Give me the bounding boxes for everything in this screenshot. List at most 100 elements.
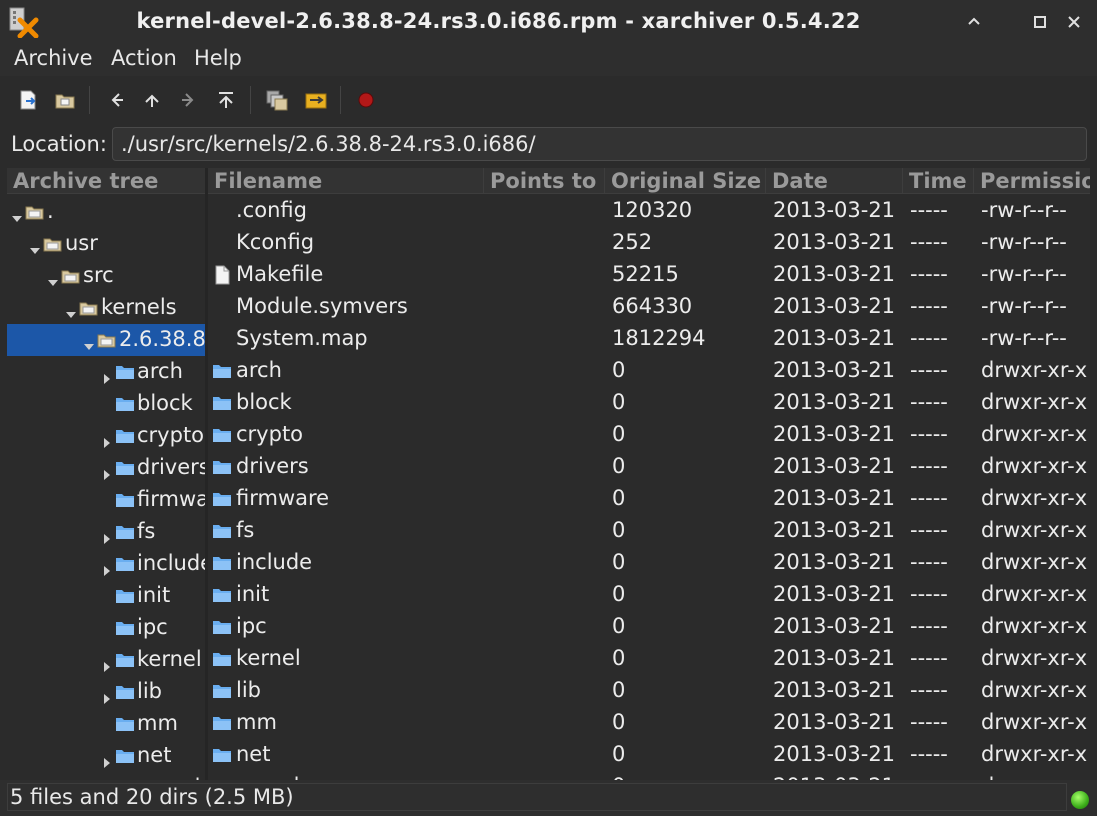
- tree-item-ipc[interactable]: ipc: [7, 612, 205, 644]
- back-icon[interactable]: [102, 86, 130, 114]
- home-icon[interactable]: [212, 86, 240, 114]
- tree-item-2-6-38-8-24-rs3-0-i686[interactable]: 2.6.38.8-24.rs3.0.i686: [7, 324, 205, 356]
- file-row[interactable]: Makefile 52215 2013-03-21 ----- -rw-r--r--: [208, 259, 1090, 291]
- folder-icon: [115, 426, 135, 446]
- maximize-button[interactable]: [1028, 10, 1052, 34]
- expander-collapsed-icon[interactable]: [101, 430, 113, 448]
- file-row[interactable]: mm 0 2013-03-21 ----- drwxr-xr-x: [208, 707, 1090, 739]
- file-row[interactable]: arch 0 2013-03-21 ----- drwxr-xr-x: [208, 355, 1090, 387]
- menu-action[interactable]: Action: [111, 46, 177, 70]
- menu-help[interactable]: Help: [194, 46, 242, 70]
- date-cell: 2013-03-21: [773, 294, 896, 318]
- tree-item-init[interactable]: init: [7, 580, 205, 612]
- folder-icon: [212, 489, 232, 509]
- file-row[interactable]: init 0 2013-03-21 ----- drwxr-xr-x: [208, 579, 1090, 611]
- file-row[interactable]: lib 0 2013-03-21 ----- drwxr-xr-x: [208, 675, 1090, 707]
- permissions-cell: drwxr-xr-x: [981, 454, 1088, 478]
- expander-collapsed-icon[interactable]: [101, 686, 113, 704]
- convert-icon[interactable]: [302, 86, 330, 114]
- tree-item-crypto[interactable]: crypto: [7, 420, 205, 452]
- tree-item-net[interactable]: net: [7, 740, 205, 772]
- column-header-filename[interactable]: Filename: [208, 168, 484, 194]
- archive-tree-header[interactable]: Archive tree: [7, 168, 205, 194]
- file-row[interactable]: include 0 2013-03-21 ----- drwxr-xr-x: [208, 547, 1090, 579]
- new-archive-icon[interactable]: [14, 86, 42, 114]
- column-header-time[interactable]: Time: [903, 168, 974, 194]
- tree-item-samples[interactable]: samples: [7, 772, 205, 780]
- up-icon[interactable]: [138, 86, 166, 114]
- file-row[interactable]: Kconfig 252 2013-03-21 ----- -rw-r--r--: [208, 227, 1090, 259]
- column-header-points-to[interactable]: Points to: [484, 168, 605, 194]
- file-row[interactable]: samples02013-03-21-----drwxr-xr-x: [208, 771, 1090, 780]
- tree-item-label: include: [137, 551, 205, 575]
- tree-item-drivers[interactable]: drivers: [7, 452, 205, 484]
- expander-collapsed-icon[interactable]: [101, 558, 113, 576]
- folder-open-icon: [97, 330, 117, 350]
- archive-tree[interactable]: Archive tree . usr src kernels 2.6.38.8-24.r…: [7, 168, 205, 780]
- folder-icon: [212, 553, 232, 573]
- size-cell: 52215: [612, 262, 679, 286]
- file-row[interactable]: ipc 0 2013-03-21 ----- drwxr-xr-x: [208, 611, 1090, 643]
- menu-archive[interactable]: Archive: [14, 46, 93, 70]
- expander-expanded-icon[interactable]: [65, 302, 77, 318]
- folder-icon: [115, 586, 135, 606]
- time-cell: -----: [910, 358, 948, 382]
- date-cell: 2013-03-21: [773, 518, 896, 542]
- tree-item-label: ipc: [137, 615, 168, 639]
- stop-icon[interactable]: [352, 86, 380, 114]
- expander-expanded-icon[interactable]: [47, 270, 59, 286]
- filename-cell: crypto: [236, 422, 304, 446]
- file-row[interactable]: Module.symvers 664330 2013-03-21 ----- -rw-r…: [208, 291, 1090, 323]
- status-text: 5 files and 20 dirs (2.5 MB): [7, 783, 1067, 811]
- file-row[interactable]: System.map 1812294 2013-03-21 ----- -rw-r--r…: [208, 323, 1090, 355]
- tree-item-mm[interactable]: mm: [7, 708, 205, 740]
- file-list[interactable]: Filename Points to Original Size Date Time Pe…: [208, 168, 1090, 780]
- expander-expanded-icon[interactable]: [29, 238, 41, 254]
- size-cell: 252: [612, 230, 653, 254]
- file-row[interactable]: block 0 2013-03-21 ----- drwxr-xr-x: [208, 387, 1090, 419]
- open-archive-icon[interactable]: [51, 86, 79, 114]
- file-row[interactable]: firmware 0 2013-03-21 ----- drwxr-xr-x: [208, 483, 1090, 515]
- toolbar: [0, 76, 1097, 124]
- time-cell: -----: [910, 454, 948, 478]
- tree-item-arch[interactable]: arch: [7, 356, 205, 388]
- filename-cell: mm: [236, 710, 277, 734]
- tree-item-usr[interactable]: usr: [7, 228, 205, 260]
- expander-collapsed-icon[interactable]: [101, 526, 113, 544]
- tree-item-fs[interactable]: fs: [7, 516, 205, 548]
- tree-item-block[interactable]: block: [7, 388, 205, 420]
- tree-item-lib[interactable]: lib: [7, 676, 205, 708]
- expander-collapsed-icon[interactable]: [101, 750, 113, 768]
- forward-icon[interactable]: [175, 86, 203, 114]
- minimize-button[interactable]: [962, 10, 986, 34]
- file-row[interactable]: drivers 0 2013-03-21 ----- drwxr-xr-x: [208, 451, 1090, 483]
- expander-collapsed-icon[interactable]: [101, 366, 113, 384]
- column-header-date[interactable]: Date: [766, 168, 903, 194]
- tree-item-kernel[interactable]: kernel: [7, 644, 205, 676]
- expander-collapsed-icon[interactable]: [101, 462, 113, 480]
- tree-item-firmware[interactable]: firmware: [7, 484, 205, 516]
- column-header-original-size[interactable]: Original Size: [605, 168, 766, 194]
- close-button[interactable]: [1062, 10, 1086, 34]
- permissions-cell: drwxr-xr-x: [981, 422, 1088, 446]
- tree-item-label: init: [137, 583, 171, 607]
- tree-item--[interactable]: .: [7, 196, 205, 228]
- tree-item-src[interactable]: src: [7, 260, 205, 292]
- file-row[interactable]: .config 120320 2013-03-21 ----- -rw-r--r--: [208, 195, 1090, 227]
- tree-item-kernels[interactable]: kernels: [7, 292, 205, 324]
- expander-collapsed-icon[interactable]: [101, 654, 113, 672]
- title-bar[interactable]: kernel-devel-2.6.38.8-24.rs3.0.i686.rpm …: [0, 0, 1097, 44]
- expander-expanded-icon[interactable]: [83, 334, 95, 350]
- permissions-cell: drwxr-xr-x: [981, 742, 1088, 766]
- file-row[interactable]: fs 0 2013-03-21 ----- drwxr-xr-x: [208, 515, 1090, 547]
- column-header-permissions[interactable]: Permissions: [974, 168, 1090, 194]
- file-row[interactable]: crypto 0 2013-03-21 ----- drwxr-xr-x: [208, 419, 1090, 451]
- location-input[interactable]: [112, 127, 1087, 161]
- tree-item-include[interactable]: include: [7, 548, 205, 580]
- date-cell: 2013-03-21: [773, 582, 896, 606]
- expander-expanded-icon[interactable]: [11, 206, 23, 222]
- file-row[interactable]: net 0 2013-03-21 ----- drwxr-xr-x: [208, 739, 1090, 771]
- extract-icon[interactable]: [263, 86, 291, 114]
- file-row[interactable]: kernel 0 2013-03-21 ----- drwxr-xr-x: [208, 643, 1090, 675]
- time-cell: -----: [910, 390, 948, 414]
